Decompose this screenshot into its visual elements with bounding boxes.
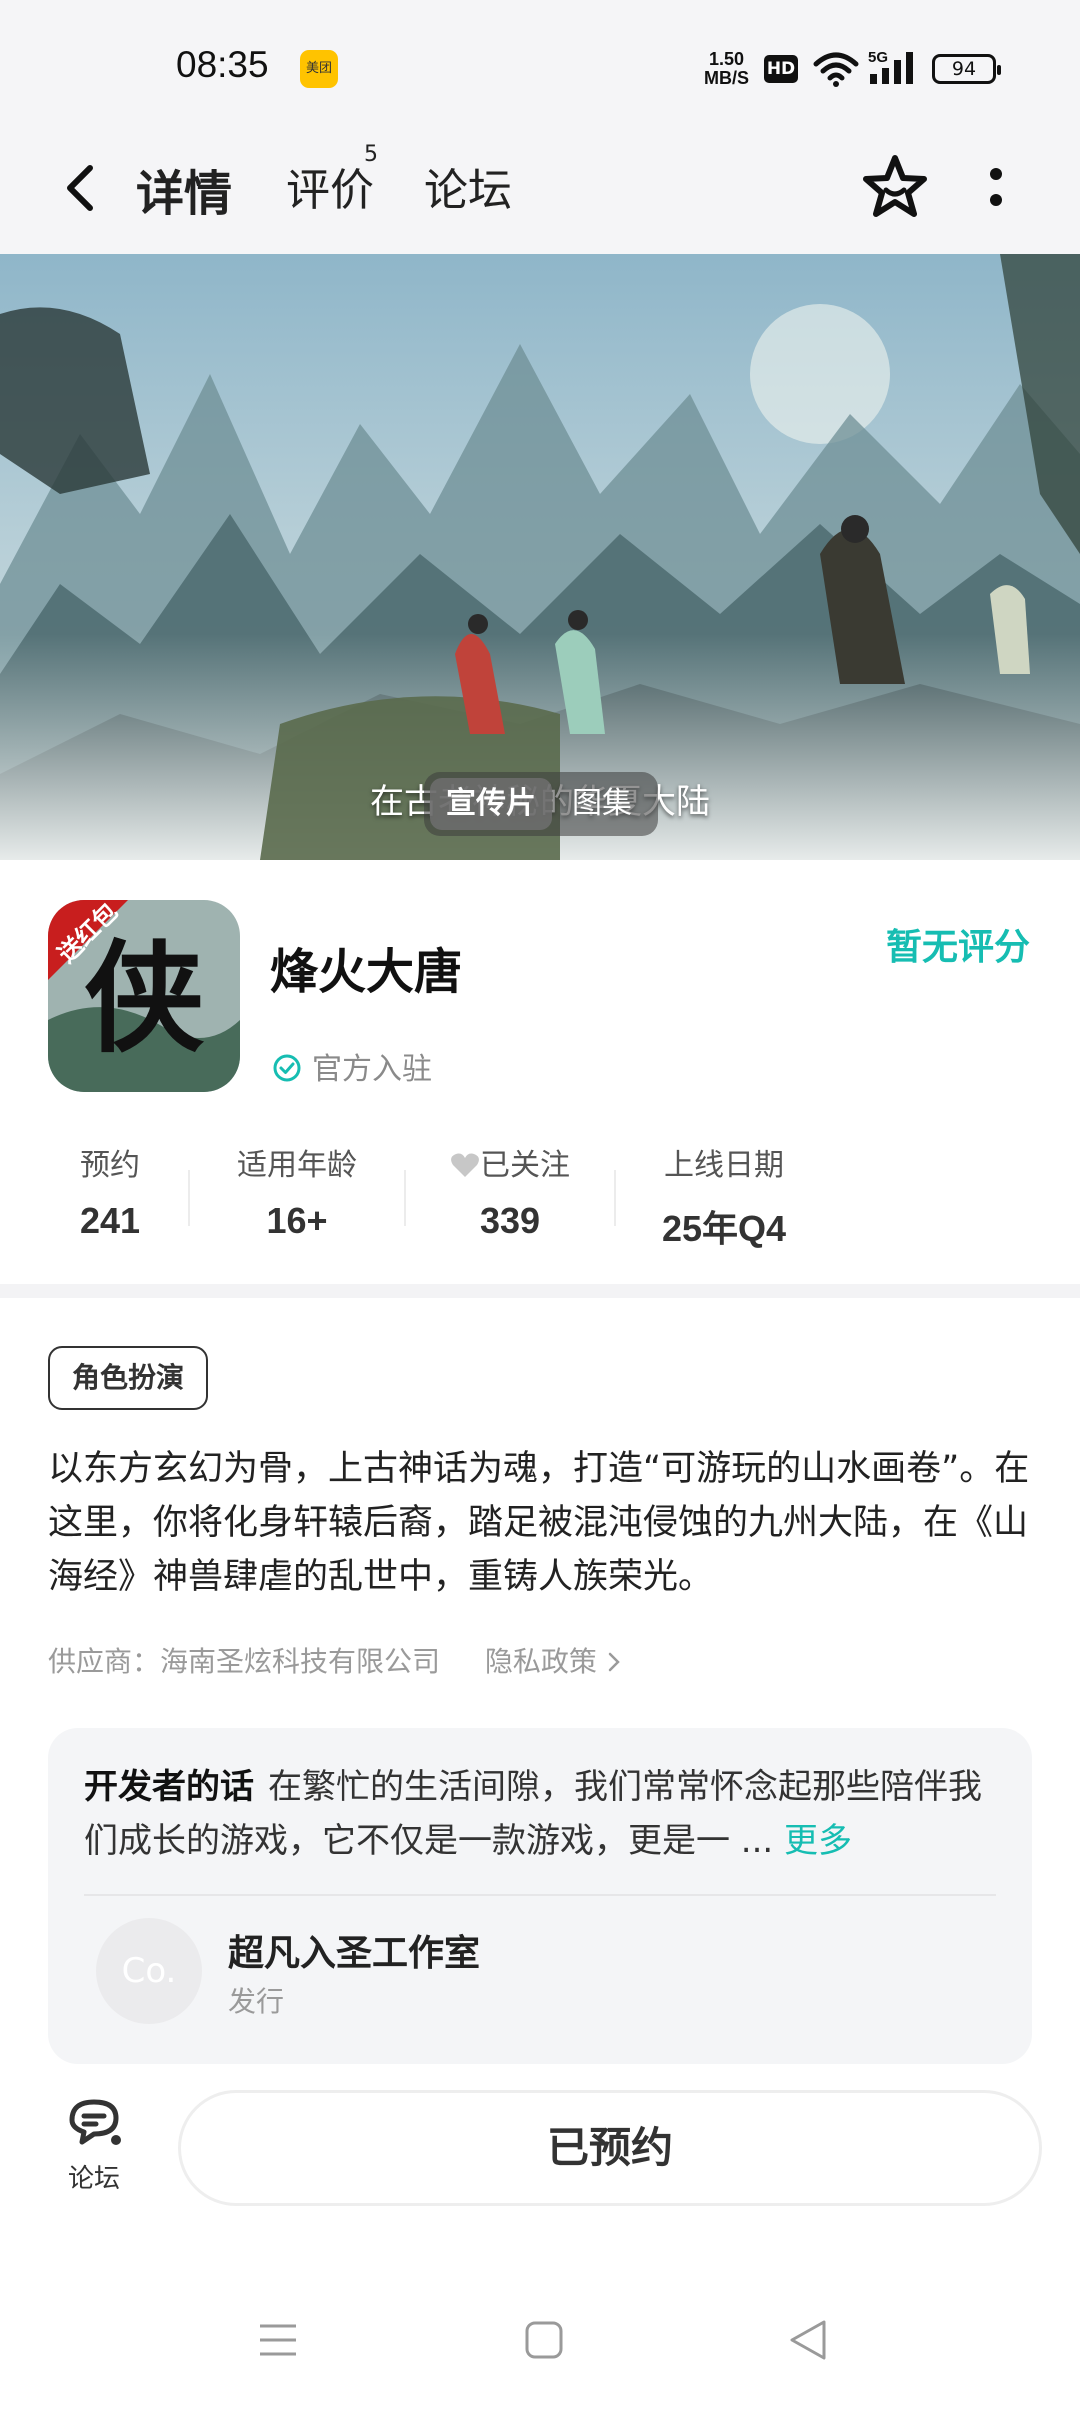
more-link[interactable]: 更多 xyxy=(784,1821,852,1861)
media-switch: 宣传片 图集 xyxy=(424,772,658,836)
reserved-button[interactable]: 已预约 xyxy=(178,2090,1042,2206)
privacy-policy-link[interactable]: 隐私政策 xyxy=(485,1645,622,1678)
favorite-star-icon[interactable] xyxy=(860,152,930,222)
heart-icon xyxy=(451,1153,479,1177)
stats-row: 预约 241 适用年龄 16+ 已关注 339 上线日期 25年Q4 xyxy=(0,1140,1080,1260)
studio-role: 发行 xyxy=(228,1985,285,2018)
stat-age-rating: 适用年龄 16+ xyxy=(237,1148,357,1241)
stat-divider xyxy=(614,1170,616,1226)
developer-card: 开发者的话 在繁忙的生活间隙，我们常常怀念起那些陪伴我们成长的游戏，它不仅是一款游… xyxy=(48,1728,1032,2064)
stat-divider xyxy=(404,1170,406,1226)
status-time: 08:35 xyxy=(176,44,269,85)
review-count-badge: 5 xyxy=(364,142,378,167)
tab-details[interactable]: 详情 xyxy=(130,154,238,224)
status-bar: 08:35 美团 1.50 MB/S HD 5G 94 xyxy=(0,0,1080,130)
recent-apps-icon[interactable] xyxy=(258,2320,298,2360)
more-menu-icon[interactable] xyxy=(986,160,1006,216)
promo-video-banner[interactable]: 在古老神秘的华夏大陆 宣传片 图集 xyxy=(0,254,1080,860)
system-back-icon[interactable] xyxy=(788,2318,828,2362)
chat-bubble-icon xyxy=(69,2099,121,2145)
game-title: 烽火大唐 xyxy=(270,944,463,1000)
meituan-app-icon: 美团 xyxy=(300,50,338,88)
verified-check-icon xyxy=(273,1054,301,1082)
vendor-info: 供应商：海南圣炫科技有限公司 隐私政策 xyxy=(48,1640,622,1680)
card-divider xyxy=(84,1894,996,1896)
back-arrow-icon[interactable] xyxy=(58,156,106,220)
svg-text:5G: 5G xyxy=(868,49,888,66)
wifi-icon xyxy=(813,52,859,87)
genre-tag[interactable]: 角色扮演 xyxy=(48,1346,209,1410)
section-divider xyxy=(0,1284,1080,1298)
system-nav-bar xyxy=(0,2280,1080,2412)
battery-icon: 94 xyxy=(932,54,1001,84)
studio-avatar[interactable]: Co. xyxy=(96,1918,202,2024)
cellular-signal-icon: 5G xyxy=(868,48,922,92)
studio-name[interactable]: 超凡入圣工作室 xyxy=(228,1924,480,1976)
top-nav: 详情 评价 5 论坛 xyxy=(0,130,1080,254)
official-badge: 官方入驻 xyxy=(272,1044,432,1088)
stat-divider xyxy=(188,1170,190,1226)
game-description: 以东方玄幻为骨，上古神话为魂，打造“可游玩的山水画卷”。在这里，你将化身轩辕后裔… xyxy=(48,1449,1030,1597)
forum-button[interactable]: 论坛 xyxy=(58,2096,130,2195)
gallery-tab[interactable]: 图集 xyxy=(552,778,652,830)
home-icon[interactable] xyxy=(524,2320,564,2360)
developer-note: 开发者的话 在繁忙的生活间隙，我们常常怀念起那些陪伴我们成长的游戏，它不仅是一款游… xyxy=(84,1767,982,1861)
tab-reviews[interactable]: 评价 5 xyxy=(286,142,378,218)
network-speed: 1.50 MB/S xyxy=(704,49,749,88)
game-icon: 送红包 侠 xyxy=(48,900,240,1092)
tab-forum[interactable]: 论坛 xyxy=(424,154,512,218)
chevron-right-icon xyxy=(608,1652,620,1672)
hero-artwork xyxy=(0,254,1080,860)
promo-video-tab[interactable]: 宣传片 xyxy=(430,778,552,830)
rating-text: 暂无评分 xyxy=(885,927,1030,968)
stat-followers[interactable]: 已关注 339 xyxy=(440,1140,580,1242)
svg-text:侠: 侠 xyxy=(84,928,205,1069)
hd-icon: HD xyxy=(764,55,798,83)
stat-reservations: 预约 241 xyxy=(79,1148,141,1241)
stat-release-date: 上线日期 25年Q4 xyxy=(661,1148,787,1249)
